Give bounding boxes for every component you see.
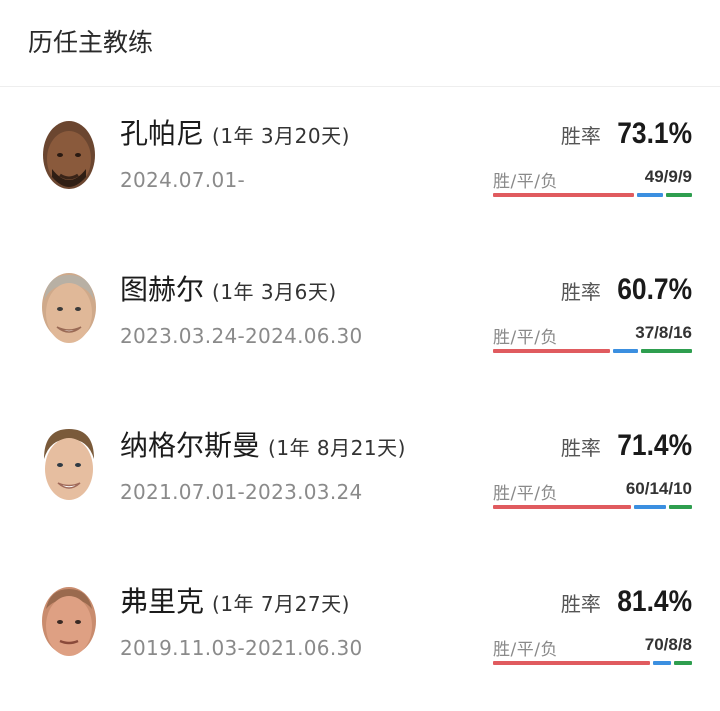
wdl-bar bbox=[493, 349, 692, 353]
coach-name: 图赫尔 (1年 3月6天) bbox=[120, 271, 337, 311]
coach-name: 弗里克 (1年 7月27天) bbox=[120, 583, 350, 623]
wdl-record: 37/8/16 bbox=[635, 323, 692, 342]
win-rate-label: 胜率 bbox=[560, 280, 601, 304]
wdl-record: 70/8/8 bbox=[644, 635, 692, 654]
wdl-bar-loss bbox=[674, 661, 692, 665]
coach-period: 2019.11.03-2021.06.30 bbox=[120, 636, 363, 660]
win-rate-label: 胜率 bbox=[560, 124, 601, 148]
coach-photo-icon[interactable] bbox=[38, 579, 100, 665]
coach-tenure: (1年 7月27天) bbox=[212, 592, 350, 616]
wdl-summary: 胜/平/负 37/8/16 bbox=[493, 323, 692, 348]
coach-row[interactable]: 图赫尔 (1年 3月6天) 2023.03.24-2024.06.30 胜率 60.… bbox=[0, 243, 720, 399]
win-rate-label: 胜率 bbox=[560, 436, 601, 460]
coach-photo-icon[interactable] bbox=[38, 111, 100, 197]
coach-row[interactable]: 孔帕尼 (1年 3月20天) 2024.07.01- 胜率 73.1% 胜/平/负 … bbox=[0, 87, 720, 243]
coach-name-text: 孔帕尼 bbox=[120, 117, 205, 150]
section-title: 历任主教练 bbox=[28, 28, 154, 57]
wdl-bar-draw bbox=[637, 193, 663, 197]
wdl-label: 胜/平/负 bbox=[493, 484, 558, 504]
coach-row[interactable]: 弗里克 (1年 7月27天) 2019.11.03-2021.06.30 胜率 81… bbox=[0, 555, 720, 711]
win-rate-value: 71.4% bbox=[617, 429, 692, 462]
coach-name-text: 弗里克 bbox=[120, 585, 205, 618]
win-rate: 胜率 81.4% bbox=[561, 585, 692, 619]
coach-period: 2021.07.01-2023.03.24 bbox=[120, 480, 363, 504]
win-rate: 胜率 73.1% bbox=[561, 117, 692, 151]
wdl-bar-draw bbox=[633, 505, 666, 509]
wdl-bar-win bbox=[493, 193, 635, 197]
win-rate-label: 胜率 bbox=[560, 592, 601, 616]
coach-photo-icon[interactable] bbox=[38, 267, 100, 353]
section-header: 历任主教练 bbox=[0, 0, 720, 86]
coach-tenure: (1年 8月21天) bbox=[268, 436, 406, 460]
wdl-bar-loss bbox=[665, 193, 692, 197]
wdl-summary: 胜/平/负 60/14/10 bbox=[493, 479, 692, 504]
wdl-label: 胜/平/负 bbox=[493, 328, 558, 348]
coach-list: 孔帕尼 (1年 3月20天) 2024.07.01- 胜率 73.1% 胜/平/负 … bbox=[0, 87, 720, 711]
coach-name: 纳格尔斯曼 (1年 8月21天) bbox=[120, 427, 406, 467]
wdl-summary: 胜/平/负 70/8/8 bbox=[493, 635, 692, 660]
wdl-record: 60/14/10 bbox=[625, 479, 692, 498]
coach-name-text: 纳格尔斯曼 bbox=[120, 429, 261, 462]
coach-period: 2024.07.01- bbox=[120, 168, 246, 192]
wdl-record: 49/9/9 bbox=[644, 167, 692, 186]
win-rate: 胜率 71.4% bbox=[561, 429, 692, 463]
wdl-bar-win bbox=[493, 505, 631, 509]
wdl-bar-win bbox=[493, 661, 651, 665]
wdl-label: 胜/平/负 bbox=[493, 640, 558, 660]
coach-name-text: 图赫尔 bbox=[120, 273, 205, 306]
wdl-bar bbox=[493, 193, 692, 197]
wdl-bar-win bbox=[493, 349, 611, 353]
coach-name: 孔帕尼 (1年 3月20天) bbox=[120, 115, 350, 155]
coach-tenure: (1年 3月6天) bbox=[212, 280, 337, 304]
coach-period: 2023.03.24-2024.06.30 bbox=[120, 324, 363, 348]
coach-photo-icon[interactable] bbox=[38, 423, 100, 509]
win-rate-value: 81.4% bbox=[617, 585, 692, 618]
wdl-bar bbox=[493, 505, 692, 509]
coach-row[interactable]: 纳格尔斯曼 (1年 8月21天) 2021.07.01-2023.03.24 胜率… bbox=[0, 399, 720, 555]
wdl-bar-loss bbox=[669, 505, 692, 509]
wdl-summary: 胜/平/负 49/9/9 bbox=[493, 167, 692, 192]
win-rate: 胜率 60.7% bbox=[561, 273, 692, 307]
wdl-bar bbox=[493, 661, 692, 665]
wdl-bar-loss bbox=[641, 349, 692, 353]
win-rate-value: 60.7% bbox=[617, 273, 692, 306]
wdl-bar-draw bbox=[613, 349, 639, 353]
wdl-label: 胜/平/负 bbox=[493, 172, 558, 192]
wdl-bar-draw bbox=[653, 661, 671, 665]
coach-tenure: (1年 3月20天) bbox=[212, 124, 350, 148]
win-rate-value: 73.1% bbox=[617, 117, 692, 150]
